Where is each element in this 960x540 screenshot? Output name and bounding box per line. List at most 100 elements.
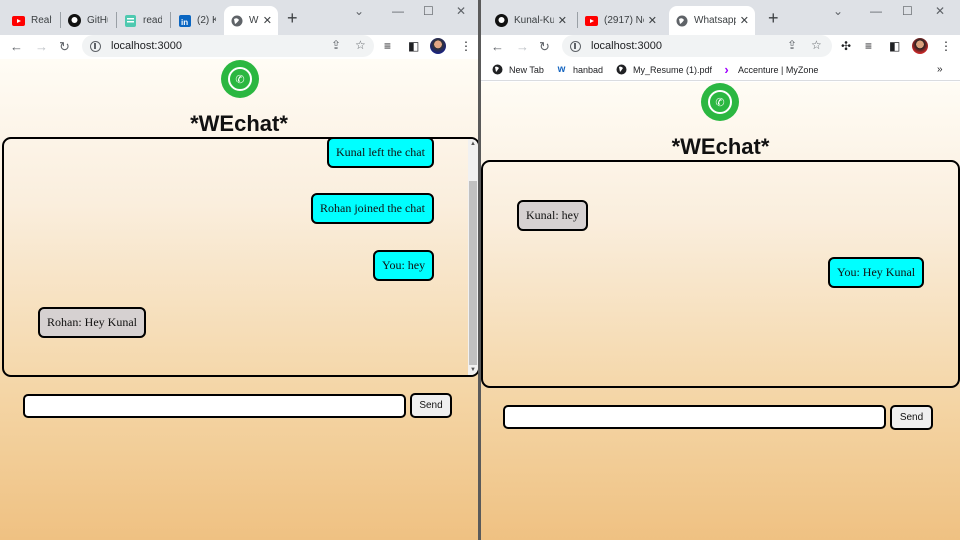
tab-close-icon[interactable]: ✕ xyxy=(740,14,749,27)
tab-label: (2917) New xyxy=(604,15,644,26)
send-button[interactable]: Send xyxy=(890,405,933,430)
w-icon: w xyxy=(557,64,566,75)
chat-message: You: hey xyxy=(373,250,435,281)
bookmark-star-icon[interactable]: ☆ xyxy=(355,38,366,52)
tab-search-icon[interactable]: ⌄ xyxy=(354,4,364,18)
tab-github[interactable]: GitHub xyxy=(62,6,114,35)
chat-message: Rohan: Hey Kunal xyxy=(38,307,146,338)
bookmark-new-tab[interactable]: New Tab xyxy=(492,64,544,75)
tab-search-icon[interactable]: ⌄ xyxy=(833,4,843,18)
tab-readme[interactable]: readm xyxy=(118,6,168,35)
send-button[interactable]: Send xyxy=(410,393,452,418)
scroll-down-arrow[interactable]: ▼ xyxy=(468,367,478,373)
browser-toolbar: ← → ↻ localhost:3000 ⇪ ☆ ✣ ≡ ◧ ⋮ xyxy=(481,35,960,59)
app-title: *WEchat* xyxy=(671,134,770,159)
chat-scrollbar[interactable]: ▲ ▼ xyxy=(468,139,478,375)
site-info-icon[interactable] xyxy=(90,40,101,52)
close-window-button[interactable]: ✕ xyxy=(456,4,466,18)
tab-label: readm xyxy=(143,15,162,26)
chat-messages-container[interactable]: Kunal left the chat Rohan joined the cha… xyxy=(2,137,478,377)
tab-separator xyxy=(116,12,117,28)
message-input[interactable] xyxy=(23,394,406,418)
profile-avatar[interactable] xyxy=(430,38,446,54)
back-icon[interactable]: ← xyxy=(491,38,504,56)
youtube-icon xyxy=(12,14,25,27)
reading-list-icon[interactable]: ≡ xyxy=(865,39,872,53)
page-content: ✆ *WEchat* Kunal: hey You: Hey Kunal Sen… xyxy=(481,82,960,540)
page-content: ✆ *WEchat* Kunal left the chat Rohan joi… xyxy=(0,59,478,540)
tab-separator xyxy=(60,12,61,28)
tab-strip: Kunal-Kum ✕ (2917) New ✕ Whatsapp ✕ + ⌄ … xyxy=(481,0,960,35)
tab-github[interactable]: Kunal-Kum ✕ xyxy=(489,6,573,35)
reading-list-icon[interactable]: ≡ xyxy=(384,39,391,53)
minimize-button[interactable]: — xyxy=(870,4,882,18)
scroll-up-arrow[interactable]: ▲ xyxy=(468,141,478,147)
forward-icon[interactable]: → xyxy=(516,38,529,56)
bookmarks-bar: New Tab w hanbad My_Resume (1).pdf › Acc… xyxy=(481,59,960,81)
extensions-puzzle-icon[interactable]: ✣ xyxy=(841,39,851,53)
side-panel-icon[interactable]: ◧ xyxy=(408,39,419,53)
share-icon[interactable]: ⇪ xyxy=(331,38,341,52)
app-title: *WEchat* xyxy=(190,111,288,136)
bookmark-accenture[interactable]: › Accenture | MyZone xyxy=(721,62,818,77)
tab-close-icon[interactable]: ✕ xyxy=(263,14,272,27)
tab-whatsapp-active[interactable]: Whatsapp ✕ xyxy=(669,6,755,35)
globe-icon xyxy=(616,64,627,75)
tab-youtube[interactable]: (2917) New ✕ xyxy=(579,6,663,35)
tab-separator xyxy=(577,12,578,28)
chat-message: You: Hey Kunal xyxy=(828,257,925,288)
tab-youtube[interactable]: Realtim xyxy=(6,6,58,35)
tab-label: W xyxy=(249,15,259,26)
side-panel-icon[interactable]: ◧ xyxy=(889,39,900,53)
tab-close-icon[interactable]: ✕ xyxy=(648,14,657,27)
new-tab-button[interactable]: + xyxy=(287,8,298,28)
new-tab-button[interactable]: + xyxy=(768,8,779,28)
bookmark-hanbad[interactable]: w hanbad xyxy=(556,64,603,75)
svg-text:in: in xyxy=(181,18,188,27)
scrollbar-thumb[interactable] xyxy=(469,181,477,365)
bookmarks-overflow-icon[interactable]: » xyxy=(937,64,943,75)
site-info-icon[interactable] xyxy=(570,40,581,52)
youtube-icon xyxy=(585,14,598,27)
globe-icon xyxy=(675,14,688,27)
chat-message: Rohan joined the chat xyxy=(311,193,434,224)
reload-icon[interactable]: ↻ xyxy=(539,38,550,56)
close-window-button[interactable]: ✕ xyxy=(935,4,945,18)
tab-separator xyxy=(170,12,171,28)
maximize-button[interactable]: ☐ xyxy=(902,4,913,18)
github-icon xyxy=(495,14,508,27)
url-text: localhost:3000 xyxy=(591,40,662,52)
menu-kebab-icon[interactable]: ⋮ xyxy=(940,39,952,53)
globe-icon xyxy=(230,14,243,27)
tab-close-icon[interactable]: ✕ xyxy=(558,14,567,27)
tab-label: Whatsapp xyxy=(694,15,736,26)
reload-icon[interactable]: ↻ xyxy=(59,38,70,56)
share-icon[interactable]: ⇪ xyxy=(787,38,797,52)
menu-kebab-icon[interactable]: ⋮ xyxy=(460,39,472,53)
browser-toolbar: ← → ↻ localhost:3000 ⇪ ☆ ≡ ◧ ⋮ xyxy=(0,35,478,59)
tab-label: (2) Ku xyxy=(197,15,216,26)
bookmark-label: My_Resume (1).pdf xyxy=(633,64,713,75)
accenture-icon: › xyxy=(724,62,729,77)
tab-linkedin[interactable]: in (2) Ku xyxy=(172,6,222,35)
tab-label: GitHub xyxy=(87,15,108,26)
linkedin-icon: in xyxy=(178,14,191,27)
bookmark-resume[interactable]: My_Resume (1).pdf xyxy=(616,64,712,75)
whatsapp-logo-icon: ✆ xyxy=(221,60,259,98)
tab-wechat-active[interactable]: W ✕ xyxy=(224,6,278,35)
bookmark-label: New Tab xyxy=(509,64,544,75)
bookmark-label: hanbad xyxy=(573,64,604,75)
tab-label: Kunal-Kum xyxy=(514,15,554,26)
minimize-button[interactable]: — xyxy=(392,4,404,18)
profile-avatar[interactable] xyxy=(912,38,928,54)
message-input[interactable] xyxy=(503,405,886,429)
bookmark-star-icon[interactable]: ☆ xyxy=(811,38,822,52)
forward-icon[interactable]: → xyxy=(35,38,48,56)
chat-message: Kunal left the chat xyxy=(327,139,434,168)
right-browser-window: Kunal-Kum ✕ (2917) New ✕ Whatsapp ✕ + ⌄ … xyxy=(481,0,960,540)
chat-messages-container[interactable]: Kunal: hey You: Hey Kunal xyxy=(481,160,960,388)
maximize-button[interactable]: ☐ xyxy=(423,4,434,18)
back-icon[interactable]: ← xyxy=(10,38,23,56)
whatsapp-logo-icon: ✆ xyxy=(701,83,739,121)
left-browser-window: Realtim GitHub readm in (2) Ku W ✕ + ⌄ —… xyxy=(0,0,478,540)
